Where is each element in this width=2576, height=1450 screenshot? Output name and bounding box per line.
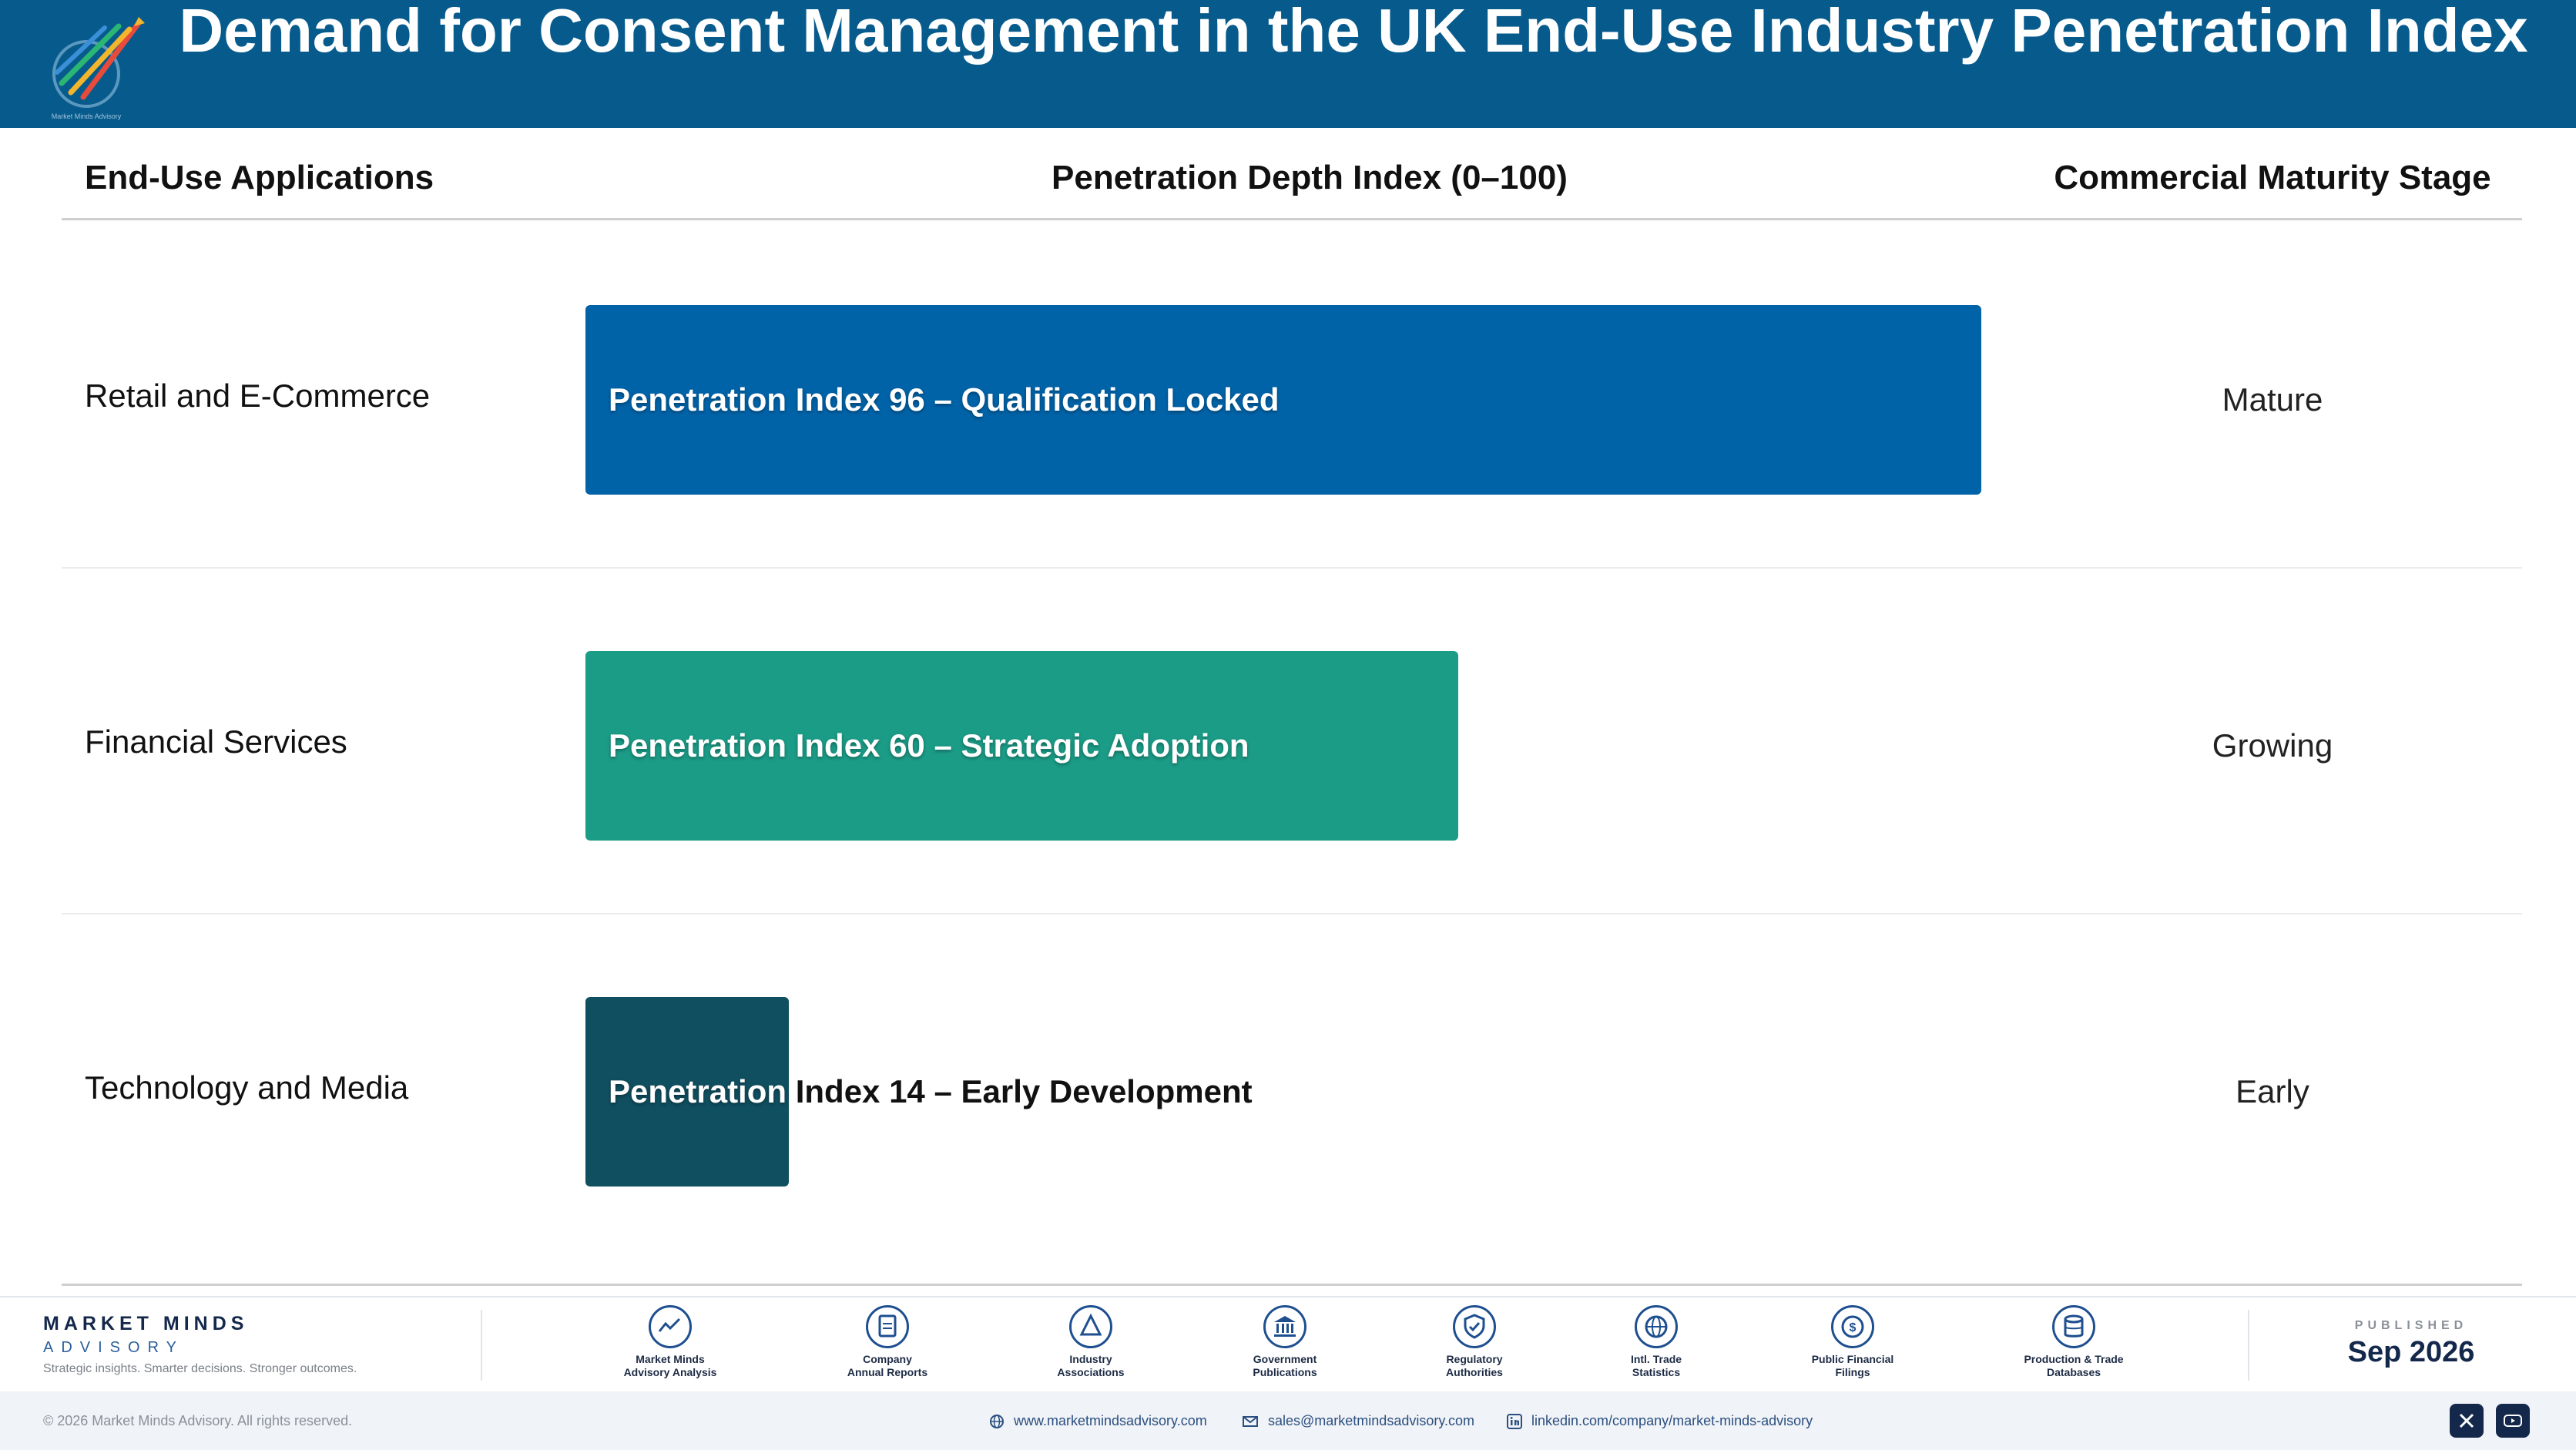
source-item: Production & Trade Databases <box>1997 1305 2151 1379</box>
source-item: Market Minds Advisory Analysis <box>593 1305 747 1379</box>
row-label: Retail and E-Commerce <box>85 377 431 414</box>
website-text: www.marketmindsadvisory.com <box>1014 1413 1207 1428</box>
copyright-text: © 2026 Market Minds Advisory. All rights… <box>43 1413 353 1428</box>
dollar-coin-icon: $ <box>1831 1305 1874 1348</box>
row-divider <box>62 567 2522 569</box>
linkedin-icon <box>1507 1413 1522 1429</box>
source-item: Industry Associations <box>1014 1305 1168 1379</box>
logo-icon: Market Minds Advisory <box>52 17 145 120</box>
brand-tagline: Strategic insights. Smarter decisions. S… <box>43 1362 357 1375</box>
footer-divider <box>481 1310 482 1381</box>
footer: MARKET MINDS ADVISORY Strategic insights… <box>0 1296 2576 1391</box>
bar-label: Penetration Index 96 – Qualification Loc… <box>609 381 1280 418</box>
globe-icon <box>1635 1305 1678 1348</box>
linkedin-text: linkedin.com/company/market-minds-adviso… <box>1531 1413 1813 1428</box>
column-header-applications: End-Use Applications <box>85 159 434 196</box>
footer-divider <box>2248 1310 2249 1381</box>
government-building-icon <box>1263 1305 1306 1348</box>
brand-name: MARKET MINDS <box>43 1313 249 1334</box>
published-date: Sep 2026 <box>2347 1336 2475 1368</box>
source-label: Intl. Trade Statistics <box>1630 1353 1682 1378</box>
maturity-stage: Early <box>2236 1072 2309 1109</box>
youtube-social-button[interactable] <box>2496 1404 2530 1438</box>
email-text: sales@marketmindsadvisory.com <box>1268 1413 1475 1428</box>
database-icon <box>2052 1305 2095 1348</box>
maturity-stage: Growing <box>2212 727 2333 764</box>
globe-icon <box>990 1414 1004 1428</box>
source-item: Regulatory Authorities <box>1397 1305 1551 1379</box>
column-header-stage: Commercial Maturity Stage <box>2054 159 2491 196</box>
network-icon <box>1069 1305 1112 1348</box>
bar-label: Penetration Index 60 – Strategic Adoptio… <box>609 727 1249 764</box>
trend-chart-icon <box>649 1305 692 1348</box>
maturity-stage: Mature <box>2222 381 2323 418</box>
mail-icon <box>1243 1415 1258 1427</box>
source-label: Production & Trade Databases <box>2024 1353 2124 1378</box>
x-social-button[interactable] <box>2450 1404 2484 1438</box>
source-item: Government Publications <box>1208 1305 1362 1379</box>
row-label: Financial Services <box>85 723 347 760</box>
source-item: Intl. Trade Statistics <box>1579 1305 1733 1379</box>
source-label: Public Financial Filings <box>1811 1353 1894 1378</box>
header-divider <box>62 218 2522 220</box>
source-label: Regulatory Authorities <box>1446 1353 1503 1378</box>
document-icon <box>866 1305 909 1348</box>
website-link[interactable]: www.marketmindsadvisory.com <box>989 1413 1207 1429</box>
source-item: Company Annual Reports <box>810 1305 964 1379</box>
svg-text:$: $ <box>1850 1321 1857 1334</box>
row-label: Technology and Media <box>85 1069 409 1106</box>
source-label: Market Minds Advisory Analysis <box>623 1353 717 1378</box>
logo-text: Market Minds Advisory <box>52 112 122 120</box>
bottom-bar: © 2026 Market Minds Advisory. All rights… <box>0 1391 2576 1450</box>
source-label: Government Publications <box>1253 1353 1317 1378</box>
published-label: PUBLISHED <box>2354 1319 2468 1332</box>
linkedin-link[interactable]: linkedin.com/company/market-minds-adviso… <box>1507 1413 1813 1429</box>
table-bottom-divider <box>62 1284 2522 1286</box>
brand-subtitle: ADVISORY <box>43 1339 184 1356</box>
column-header-penetration: Penetration Depth Index (0–100) <box>1052 159 1568 196</box>
x-logo-icon <box>2459 1413 2474 1428</box>
page-title: Demand for Consent Management in the UK … <box>179 0 2528 65</box>
source-item: $ Public Financial Filings <box>1776 1305 1930 1379</box>
source-label: Company Annual Reports <box>847 1353 928 1378</box>
shield-check-icon <box>1453 1305 1496 1348</box>
row-divider <box>62 913 2522 915</box>
header-banner: Market Minds Advisory Demand for Consent… <box>0 0 2576 128</box>
youtube-icon <box>2504 1415 2522 1427</box>
source-label: Industry Associations <box>1057 1353 1125 1378</box>
email-link[interactable]: sales@marketmindsadvisory.com <box>1242 1413 1474 1429</box>
